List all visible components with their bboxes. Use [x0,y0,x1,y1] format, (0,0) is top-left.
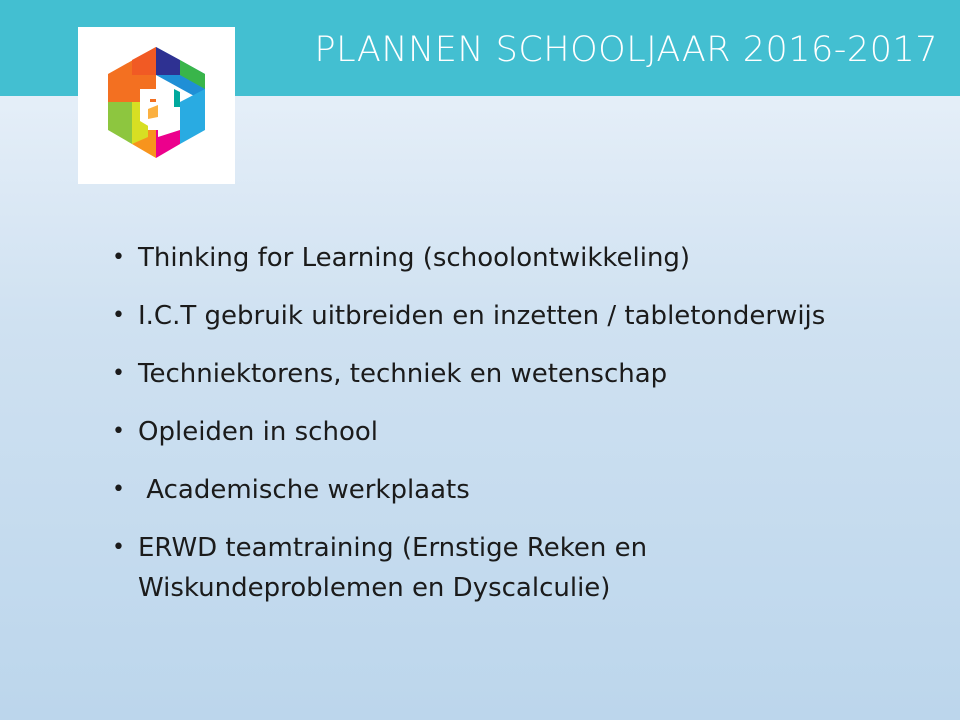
bullet-text: I.C.T gebruik uitbreiden en inzetten / t… [138,301,826,331]
slide: PLANNEN SCHOOLJAAR 2016-2017 • Thinking … [0,0,960,720]
bullet-dot: • [112,419,125,444]
list-item: • I.C.T gebruik uitbreiden en inzetten /… [112,296,912,336]
hexagon-logo-icon [108,47,205,158]
list-item: • Opleiden in school [112,412,912,452]
bullet-dot: • [112,535,125,560]
slide-title: PLANNEN SCHOOLJAAR 2016-2017 [314,30,938,70]
list-item: • Techniektorens, techniek en wetenschap [112,354,912,394]
bullet-text: Opleiden in school [138,417,378,447]
list-item: • Academische werkplaats [112,470,912,510]
bullet-dot: • [112,361,125,386]
bullet-text: Techniektorens, techniek en wetenschap [138,359,668,389]
bullet-text: Academische werkplaats [138,475,470,505]
bullet-dot: • [112,477,125,502]
bullet-dot: • [112,245,125,270]
logo [78,27,235,184]
list-item: • ERWD teamtraining (Ernstige Reken en W… [112,528,912,608]
bullet-text: ERWD teamtraining (Ernstige Reken en Wis… [138,533,648,603]
bullet-list: • Thinking for Learning (schoolontwikkel… [112,238,912,626]
bullet-text: Thinking for Learning (schoolontwikkelin… [138,243,691,273]
list-item: • Thinking for Learning (schoolontwikkel… [112,238,912,278]
bullet-dot: • [112,303,125,328]
